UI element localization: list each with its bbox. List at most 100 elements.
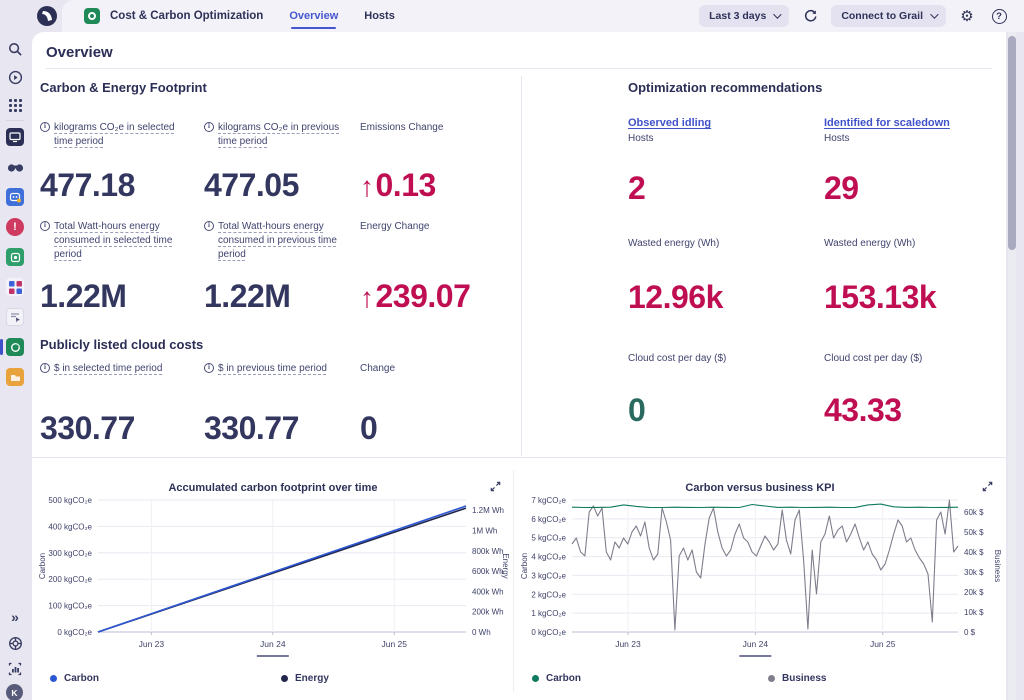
metric-value: 1.22M [204,278,360,315]
gear-icon: ⚙ [960,9,973,24]
svg-text:200k Wh: 200k Wh [472,608,504,617]
carbon-energy-heading: Carbon & Energy Footprint [40,80,510,95]
svg-text:1.2M Wh: 1.2M Wh [472,506,504,515]
sidebar-item-copilot-app[interactable] [6,188,24,206]
sidebar-item-carbon-app[interactable] [6,338,24,356]
sidebar-item-binoculars-app[interactable] [6,158,24,176]
wasted-energy-label: Wasted energy (Wh) [824,237,1000,251]
info-icon: i [40,122,50,132]
sidebar: ! » K [0,32,30,700]
svg-text:Carbon: Carbon [38,553,47,579]
svg-text:Jun 24: Jun 24 [260,639,286,649]
main-content: Overview Carbon & Energy Footprint i kil… [32,32,1006,700]
connect-to-grail-button[interactable]: Connect to Grail [831,5,946,27]
svg-text:3 kgCO₂e: 3 kgCO₂e [531,571,566,580]
info-icon: i [40,363,50,373]
sidebar-item-notebooks-app[interactable] [6,308,24,326]
usage-chart-icon[interactable] [0,658,30,680]
legend-item[interactable]: Carbon [532,673,768,684]
sidebar-item-monitor-app[interactable] [6,128,24,146]
help-button[interactable]: ? [988,5,1010,27]
metric-label[interactable]: i Total Watt-hours energy consumed in se… [40,220,182,278]
cloud-cost-label: Cloud cost per day ($) [628,352,824,366]
sidebar-item-problems-app[interactable]: ! [6,218,24,236]
scaledown-link[interactable]: Identified for scaledown [824,117,1000,129]
svg-text:60k $: 60k $ [964,508,984,517]
cloud-cost-value: 0 [628,392,824,429]
tab-overview[interactable]: Overview [289,0,338,32]
chart-title: Carbon versus business KPI [516,464,1004,494]
metric-label[interactable]: i kilograms CO₂e in previous time period [204,121,350,167]
expand-chart-icon[interactable] [981,480,994,498]
metric-label[interactable]: i $ in previous time period [204,362,354,410]
svg-text:200 kgCO₂e: 200 kgCO₂e [48,575,92,584]
metric-label[interactable]: i kilograms CO₂e in selected time period [40,121,180,167]
title-divider [46,68,992,69]
optimization-section: Optimization recommendations Observed id… [628,80,1000,429]
legend-dot-icon [532,675,539,682]
metric-value: 330.77 [40,410,204,447]
section-divider-horizontal [32,457,1006,458]
svg-text:6 kgCO₂e: 6 kgCO₂e [531,515,566,524]
svg-text:4 kgCO₂e: 4 kgCO₂e [531,553,566,562]
info-icon: i [204,122,214,132]
svg-text:Business: Business [993,550,1002,582]
app-launcher-icon[interactable] [0,94,30,116]
legend-item[interactable]: Business [768,673,1004,684]
observed-idling-link[interactable]: Observed idling [628,117,824,129]
carbon-app-icon [84,8,100,24]
dynatrace-logo [36,5,58,27]
svg-text:30k $: 30k $ [964,568,984,577]
chevron-down-icon [773,10,781,18]
svg-text:2 kgCO₂e: 2 kgCO₂e [531,590,566,599]
chevron-down-icon [930,10,938,18]
settings-button[interactable]: ⚙ [956,5,978,27]
sidebar-item-sessions-app[interactable] [6,248,24,266]
metric-value-change: ↑239.07 [360,278,510,315]
legend-item[interactable]: Energy [281,673,512,684]
connect-label: Connect to Grail [841,10,923,22]
scrollbar-thumb[interactable] [1008,36,1016,250]
svg-text:Energy: Energy [501,553,510,578]
chart-panel-divider [513,470,514,692]
search-icon[interactable] [0,38,30,60]
svg-text:7 kgCO₂e: 7 kgCO₂e [531,496,566,505]
expand-sidebar-icon[interactable]: » [0,606,30,628]
svg-text:800k Wh: 800k Wh [472,547,504,556]
sidebar-item-automations-app[interactable] [6,368,24,386]
svg-text:40k $: 40k $ [964,548,984,557]
carbon-vs-business-chart[interactable]: 0 kgCO₂e1 kgCO₂e2 kgCO₂e3 kgCO₂e4 kgCO₂e… [516,494,1004,666]
metric-label: Emissions Change [360,121,510,167]
info-icon: i [204,221,214,231]
info-icon: i [40,221,50,231]
cloud-cost-value: 43.33 [824,392,1000,429]
refresh-button[interactable] [799,5,821,27]
user-avatar[interactable]: K [6,684,23,700]
metric-label[interactable]: i Total Watt-hours energy consumed in pr… [204,220,350,278]
svg-text:0 kgCO₂e: 0 kgCO₂e [57,628,92,637]
history-icon[interactable] [0,66,30,88]
hosts-label: Hosts [824,133,1000,144]
tab-hosts[interactable]: Hosts [364,0,395,32]
svg-text:5 kgCO₂e: 5 kgCO₂e [531,534,566,543]
svg-text:Jun 24: Jun 24 [743,639,769,649]
help-lifering-icon[interactable] [0,632,30,654]
charts-row: Accumulated carbon footprint over time 0… [32,460,1006,700]
legend-item[interactable]: Carbon [50,673,281,684]
info-icon: i [204,363,214,373]
svg-text:Jun 25: Jun 25 [381,639,407,649]
chart-panel-carbon-footprint: Accumulated carbon footprint over time 0… [34,464,512,684]
wasted-energy-value: 12.96k [628,279,824,316]
svg-text:400k Wh: 400k Wh [472,587,504,596]
svg-text:500 kgCO₂e: 500 kgCO₂e [48,496,92,505]
carbon-footprint-chart[interactable]: 0 kgCO₂e100 kgCO₂e200 kgCO₂e300 kgCO₂e40… [34,494,512,666]
sidebar-item-smartscape-app[interactable] [6,278,24,296]
svg-text:10k $: 10k $ [964,608,984,617]
chart-title: Accumulated carbon footprint over time [34,464,512,494]
time-range-selector[interactable]: Last 3 days [699,5,789,27]
chart-legend: CarbonEnergy [34,673,512,684]
expand-chart-icon[interactable] [489,480,502,498]
scaledown-hosts-value: 29 [824,170,1000,207]
active-app-indicator [0,339,3,355]
metric-label[interactable]: i $ in selected time period [40,362,190,410]
